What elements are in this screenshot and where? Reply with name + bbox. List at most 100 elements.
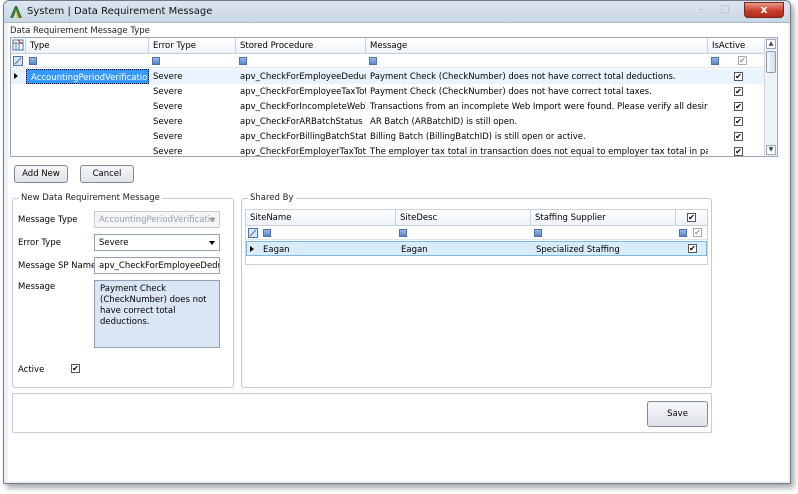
column-header-isactive[interactable]: IsActive [708,38,766,54]
shared-by-panel: Shared By SiteName SiteDesc Staffing Sup… [241,193,712,388]
cell-isactive-checkbox[interactable]: ✔ [734,72,743,81]
cell-type[interactable] [26,129,149,144]
cell-type[interactable] [26,99,149,114]
filter-stored-procedure[interactable] [239,57,247,65]
column-header-type[interactable]: Type [26,38,149,54]
cell-message[interactable]: Transactions from an incomplete Web Impo… [366,99,708,114]
column-header-sitename[interactable]: SiteName [246,210,396,226]
chevron-down-icon [209,218,215,222]
save-button[interactable]: Save [647,401,708,427]
cell-stored-procedure[interactable]: apv_CheckForEmployerTaxTotal [236,144,366,156]
column-header-sitedesc[interactable]: SiteDesc [396,210,531,226]
window-title: System | Data Requirement Message [27,6,213,17]
sp-name-label: Message SP Name [18,261,97,271]
table-row[interactable]: Severe apv_CheckForBillingBatchStatus Bi… [11,129,777,144]
table-row[interactable]: Severe apv_CheckForEmployerTaxTotal The … [11,144,777,156]
cell-message[interactable]: The employer tax total in transaction do… [366,144,708,156]
cell-isactive-checkbox[interactable]: ✔ [734,147,743,156]
save-panel: Save [12,393,712,433]
cell-type[interactable] [26,144,149,156]
clear-filter-icon[interactable] [248,228,258,238]
cell-message[interactable]: AR Batch (ARBatchID) is still open. [366,114,708,129]
column-header-select-all[interactable]: ✔ [676,210,707,226]
filter-message[interactable] [369,57,377,65]
chevron-down-icon [209,241,215,245]
filter-type[interactable] [29,57,37,65]
cell-message[interactable]: Payment Check (CheckNumber) does not hav… [366,84,708,99]
filter-selected-checkbox[interactable]: ✔ [693,228,702,237]
message-type-dropdown[interactable]: AccountingPeriodVerificatio [94,211,220,228]
scroll-up-icon[interactable]: ▲ [766,39,776,49]
type-grid-group-label: Data Requirement Message Type [10,26,150,36]
cell-isactive-checkbox[interactable]: ✔ [734,132,743,141]
filter-sitename[interactable] [263,229,271,237]
cell-message[interactable]: Payment Check (CheckNumber) does not hav… [366,69,708,84]
filter-sitedesc[interactable] [399,229,407,237]
cell-stored-procedure[interactable]: apv_CheckForEmployeeDeducti... [236,69,366,84]
cell-sitename[interactable]: Eagan [259,242,397,257]
column-header-staffing-supplier[interactable]: Staffing Supplier [531,210,676,226]
cell-message[interactable]: Billing Batch (BillingBatchID) is still … [366,129,708,144]
cell-stored-procedure[interactable]: apv_CheckForARBatchStatus [236,114,366,129]
cell-error-type[interactable]: Severe [149,84,236,99]
error-type-label: Error Type [18,238,61,248]
clear-filter-icon[interactable] [13,56,23,66]
minimize-button[interactable]: – [690,4,712,18]
cell-isactive-checkbox[interactable]: ✔ [734,117,743,126]
message-type-value: AccountingPeriodVerificatio [99,215,216,225]
grid-vertical-scrollbar[interactable]: ▲ ▼ [764,38,777,156]
maximize-button[interactable]: □ [714,4,736,18]
message-textarea[interactable]: Payment Check (CheckNumber) does not hav… [94,280,220,348]
select-all-checkbox[interactable]: ✔ [687,213,696,222]
column-header-stored-procedure[interactable]: Stored Procedure [236,38,366,54]
cell-shared-checkbox[interactable]: ✔ [688,244,697,253]
app-logo-icon [10,6,22,18]
table-row[interactable]: AccountingPeriodVerification Severe apv_… [11,69,777,84]
close-button[interactable]: x [744,2,784,18]
cell-error-type[interactable]: Severe [149,69,236,84]
cell-staffing-supplier[interactable]: Specialized Staffing [532,242,677,257]
column-header-message[interactable]: Message [366,38,708,54]
current-row-indicator-icon [14,73,18,79]
cell-error-type[interactable]: Severe [149,114,236,129]
column-header-error-type[interactable]: Error Type [149,38,236,54]
cell-error-type[interactable]: Severe [149,144,236,156]
grid-column-chooser[interactable] [11,38,26,54]
active-label: Active [18,365,45,375]
cell-error-type[interactable]: Severe [149,129,236,144]
cell-type[interactable]: AccountingPeriodVerification [26,69,149,84]
cell-sitedesc[interactable]: Eagan [397,242,532,257]
table-row[interactable]: Severe apv_CheckForARBatchStatus AR Batc… [11,114,777,129]
table-row[interactable]: Eagan Eagan Specialized Staffing ✔ [246,241,707,256]
filter-isactive-checkbox[interactable]: ✔ [738,56,747,65]
filter-isactive[interactable] [711,57,719,65]
shared-by-group-label: Shared By [248,193,296,203]
cell-type[interactable] [26,84,149,99]
active-checkbox[interactable]: ✔ [71,364,80,373]
scroll-down-icon[interactable]: ▼ [766,145,776,155]
cell-stored-procedure[interactable]: apv_CheckForIncompleteWebTr... [236,99,366,114]
message-type-grid: Type Error Type Stored Procedure Message… [10,37,778,157]
cell-isactive-checkbox[interactable]: ✔ [734,87,743,96]
table-row[interactable]: Severe apv_CheckForEmployeeTaxTotal Paym… [11,84,777,99]
filter-row: ✔ [11,54,766,68]
title-bar[interactable]: System | Data Requirement Message – □ x [4,1,790,23]
add-new-button[interactable]: Add New [14,165,68,183]
table-row[interactable]: Severe apv_CheckForIncompleteWebTr... Tr… [11,99,777,114]
new-message-panel: New Data Requirement Message Message Typ… [12,193,234,388]
filter-selected[interactable] [679,229,687,237]
sp-name-input[interactable]: apv_CheckForEmployeeDeducti [94,257,220,274]
client-area: Data Requirement Message Type Type Error… [8,23,788,481]
cell-error-type[interactable]: Severe [149,99,236,114]
filter-error-type[interactable] [152,57,160,65]
scroll-thumb[interactable] [766,51,776,73]
filter-staffing-supplier[interactable] [534,229,542,237]
error-type-value: Severe [99,238,129,248]
error-type-dropdown[interactable]: Severe [94,234,220,251]
cell-isactive-checkbox[interactable]: ✔ [734,102,743,111]
cell-stored-procedure[interactable]: apv_CheckForEmployeeTaxTotal [236,84,366,99]
column-chooser-icon [12,39,24,51]
cancel-button[interactable]: Cancel [80,165,134,183]
cell-stored-procedure[interactable]: apv_CheckForBillingBatchStatus [236,129,366,144]
cell-type[interactable] [26,114,149,129]
